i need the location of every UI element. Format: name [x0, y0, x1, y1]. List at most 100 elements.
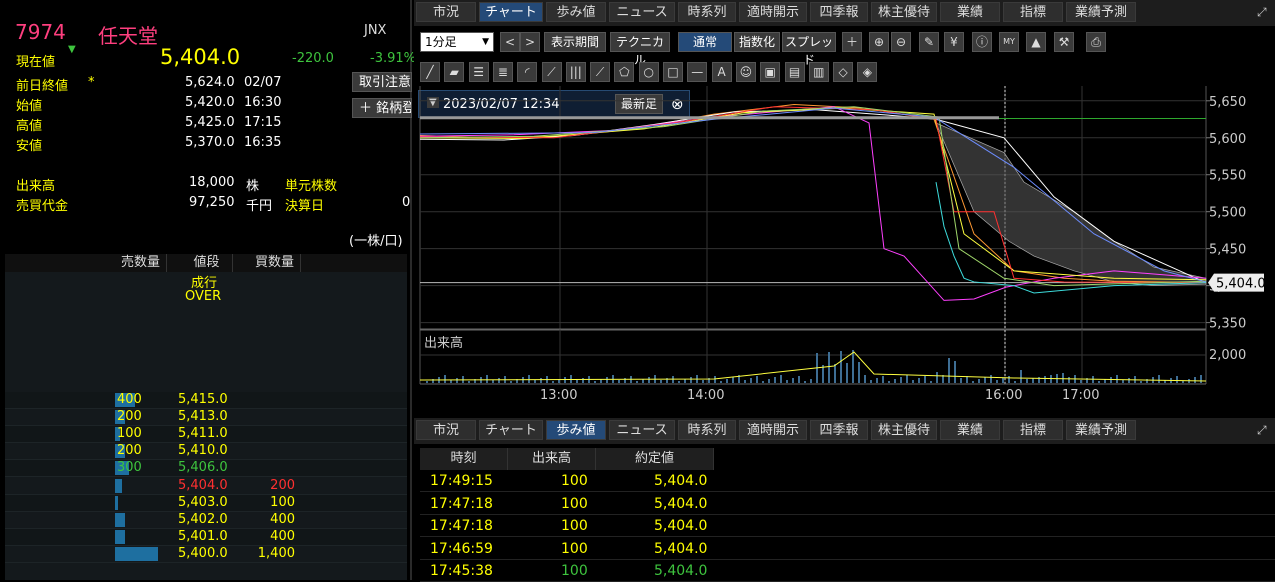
- tab-8[interactable]: 業績: [940, 420, 1000, 440]
- tab-10[interactable]: 業績予測: [1066, 2, 1136, 22]
- tab-0[interactable]: 市況: [416, 2, 476, 22]
- add-watchlist-button[interactable]: ＋ 銘柄登録: [352, 98, 412, 118]
- ray-icon[interactable]: ⟋: [590, 62, 611, 82]
- print-icon[interactable]: ⎙: [1086, 32, 1106, 52]
- period-button[interactable]: 表示期間: [544, 32, 606, 52]
- tab-1[interactable]: チャート: [479, 2, 543, 22]
- tab-8[interactable]: 業績: [940, 2, 1000, 22]
- volume-bar: [804, 381, 806, 383]
- zoom-out-icon[interactable]: ⊖: [891, 32, 911, 52]
- expand-icon[interactable]: ⤢: [1257, 423, 1267, 438]
- timesales-row[interactable]: 17:49:15 100 5,404.0: [420, 470, 1275, 492]
- volume-bar: [582, 378, 584, 383]
- index-button[interactable]: 指数化: [734, 32, 780, 52]
- technical-button[interactable]: テクニカル: [610, 32, 670, 67]
- volume-bar: [648, 377, 650, 383]
- fan-icon[interactable]: ⟋: [541, 62, 562, 82]
- timesales-row[interactable]: 17:47:18 100 5,404.0: [420, 493, 1275, 515]
- chevron-down-icon: ▼: [482, 37, 489, 47]
- hline-icon[interactable]: ☰: [468, 62, 489, 82]
- fib-icon[interactable]: ≣: [492, 62, 513, 82]
- paste-icon[interactable]: ▤: [784, 62, 805, 82]
- price-tick-label: 5,550: [1209, 169, 1246, 184]
- tab-3[interactable]: ニュース: [609, 420, 675, 440]
- orderbook-row[interactable]: 5,401.0 400: [5, 528, 407, 546]
- tab-7[interactable]: 株主優待: [871, 420, 937, 440]
- orderbook-row[interactable]: 100 5,411.0: [5, 426, 407, 444]
- orderbook-row[interactable]: 5,400.0 1,400: [5, 546, 407, 563]
- info-icon[interactable]: ⓘ: [972, 32, 992, 52]
- timesales-row[interactable]: 17:46:59 100 5,404.0: [420, 538, 1275, 560]
- volume-bar: [690, 377, 692, 383]
- orderbook-row[interactable]: 5,403.0 100: [5, 494, 407, 512]
- orderbook-row[interactable]: 200 5,410.0: [5, 443, 407, 461]
- interval-select[interactable]: 1分足 ▼: [420, 32, 494, 52]
- tab-6[interactable]: 四季報: [810, 420, 868, 440]
- tab-4[interactable]: 時系列: [678, 420, 736, 440]
- tab-5[interactable]: 適時開示: [739, 2, 807, 22]
- arc-icon[interactable]: ◜: [517, 62, 538, 82]
- channel-icon[interactable]: ▰: [444, 62, 465, 82]
- volume-bar: [624, 378, 626, 383]
- spread-button[interactable]: スプレッド: [782, 32, 836, 67]
- line-tool-icon[interactable]: ╱: [420, 62, 440, 82]
- low-label: 安値: [16, 139, 43, 154]
- emoji-icon[interactable]: ☺: [735, 62, 756, 82]
- volume-bar: [780, 375, 782, 383]
- orderbook-row[interactable]: 300 5,406.0: [5, 460, 407, 478]
- my-indicator-icon[interactable]: MY: [999, 32, 1019, 52]
- tab-3[interactable]: ニュース: [609, 2, 675, 22]
- eraser-all-icon[interactable]: ◈: [857, 62, 878, 82]
- timesales-window: 市況 チャート 歩み値 ニュース 時系列 適時開示 四季報 株主優待 業績 指標 業績予測 ⤢ 時刻…: [414, 418, 1275, 582]
- normal-button[interactable]: 通常: [678, 32, 732, 52]
- orderbook-row[interactable]: 200 5,413.0: [5, 409, 407, 427]
- tab-2[interactable]: 歩み値: [546, 2, 606, 22]
- volume-bar: [510, 381, 512, 383]
- tab-10[interactable]: 業績予測: [1066, 420, 1136, 440]
- timesales-row[interactable]: 17:45:38 100 5,404.0: [420, 560, 1275, 582]
- pencil-icon[interactable]: ✎: [919, 32, 939, 52]
- orderbook-row[interactable]: 5,404.0 200: [5, 478, 407, 495]
- tab-4[interactable]: 時系列: [678, 2, 736, 22]
- buy-qty: 100: [270, 494, 295, 510]
- grid-icon[interactable]: |||: [565, 62, 586, 82]
- next-icon[interactable]: >: [520, 32, 540, 52]
- rect-icon[interactable]: □: [663, 62, 683, 82]
- prev-icon[interactable]: <: [500, 32, 520, 52]
- tab-1[interactable]: チャート: [479, 420, 543, 440]
- timesales-row[interactable]: 17:47:18 100 5,404.0: [420, 515, 1275, 537]
- orderbook-row[interactable]: 400 5,415.0: [5, 392, 407, 409]
- buy-depth-bar: [115, 529, 126, 544]
- crosshair-icon[interactable]: ＋: [842, 32, 862, 52]
- polygon-icon[interactable]: ⬠: [614, 62, 635, 82]
- expand-icon[interactable]: ⤢: [1257, 5, 1267, 20]
- hline2-icon[interactable]: —: [687, 62, 708, 82]
- tab-6[interactable]: 四季報: [810, 2, 868, 22]
- tab-5[interactable]: 適時開示: [739, 420, 807, 440]
- turnover-unit: 千円: [246, 199, 273, 214]
- tab-0[interactable]: 市況: [416, 420, 476, 440]
- yen-icon[interactable]: ¥: [944, 32, 964, 52]
- area-chart-icon[interactable]: ▲: [1026, 32, 1046, 52]
- wrench-icon[interactable]: ⚒: [1054, 32, 1074, 52]
- buy-qty: 1,400: [257, 545, 295, 561]
- current-label: 現在値: [16, 55, 56, 70]
- volume-bar: [732, 377, 734, 383]
- low-time: 16:35: [244, 135, 282, 150]
- tab-9[interactable]: 指標: [1003, 420, 1063, 440]
- copy-icon[interactable]: ▣: [760, 62, 781, 82]
- delete-icon[interactable]: ▥: [808, 62, 829, 82]
- tab-9[interactable]: 指標: [1003, 2, 1063, 22]
- circle-icon[interactable]: ○: [638, 62, 659, 82]
- trade-note-button[interactable]: 取引注意: [352, 72, 412, 92]
- price-chart[interactable]: 5,6505,6005,5505,5005,4505,4005,35013:00…: [414, 86, 1275, 406]
- tab-2[interactable]: 歩み値: [546, 420, 606, 440]
- volume-bar: [864, 375, 866, 383]
- tab-7[interactable]: 株主優待: [871, 2, 937, 22]
- text-icon[interactable]: A: [711, 62, 732, 82]
- eraser-icon[interactable]: ◇: [833, 62, 854, 82]
- zoom-in-icon[interactable]: ⊕: [869, 32, 889, 52]
- price-tick-label: 5,450: [1209, 243, 1246, 258]
- orderbook-row[interactable]: 5,402.0 400: [5, 512, 407, 529]
- ichimoku-cloud: [935, 122, 1207, 286]
